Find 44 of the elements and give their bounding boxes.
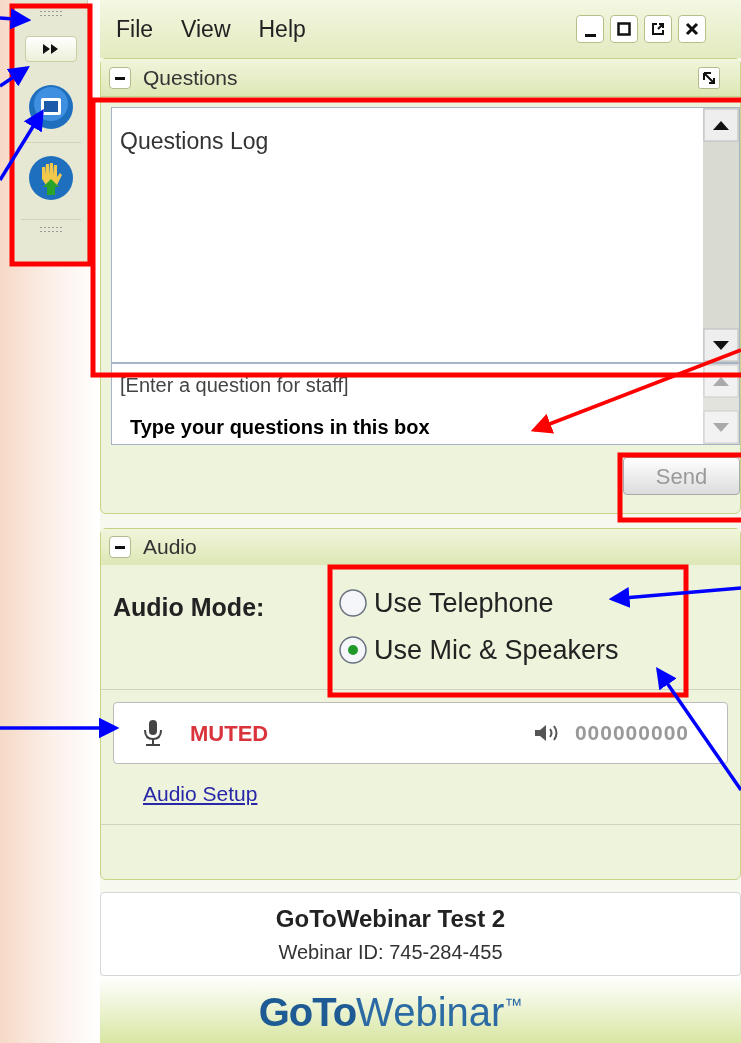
menu-item[interactable]: File (116, 11, 154, 47)
panel-title: Audio (143, 534, 197, 561)
close-button[interactable] (678, 15, 706, 43)
radio-button[interactable] (338, 588, 368, 619)
menu-item[interactable]: Help (258, 11, 306, 47)
popout-icon (651, 22, 665, 36)
expand-button[interactable] (25, 36, 77, 62)
radio-label[interactable]: Use Mic & Speakers (374, 629, 619, 670)
popout-button[interactable] (644, 15, 672, 43)
minimize-icon (584, 33, 596, 37)
pointer-arrow (0, 8, 32, 30)
scroll-up-icon[interactable] (703, 108, 739, 142)
brand-logo: GoToWebinar™ (258, 989, 523, 1036)
grip-icon[interactable] (39, 226, 63, 234)
volume-meter: 000000000 (574, 720, 689, 747)
log-title: Questions Log (120, 128, 269, 154)
audio-setup-link[interactable]: Audio Setup (143, 782, 258, 805)
menu-item[interactable]: View (181, 11, 231, 47)
close-icon (685, 22, 699, 36)
callout-text: Type your questions in this box (130, 415, 431, 440)
grip-icon[interactable] (39, 10, 63, 18)
raise-hand-icon[interactable] (28, 155, 74, 201)
webinar-title: GoToWebinar Test 2 (275, 904, 506, 934)
radio-button[interactable] (338, 634, 368, 665)
collapse-button[interactable] (109, 536, 131, 558)
pointer-arrow (0, 66, 30, 88)
minimize-button[interactable] (576, 15, 604, 43)
microphone-icon[interactable] (142, 719, 164, 747)
screen-circle-icon[interactable] (28, 84, 74, 130)
webinar-id: Webinar ID: 745-284-455 (278, 940, 503, 965)
collapse-button[interactable] (109, 66, 131, 89)
mute-status: MUTED (190, 719, 269, 748)
maximize-icon (617, 22, 631, 36)
scrollbar[interactable] (703, 108, 739, 362)
double-arrow-icon (42, 43, 60, 55)
input-placeholder: [Enter a question for staff] (120, 373, 350, 398)
radio-label[interactable]: Use Telephone (374, 583, 554, 624)
scroll-down-icon[interactable] (703, 328, 739, 362)
audio-mode-label: Audio Mode: (113, 592, 266, 623)
panel-title: Questions (143, 64, 238, 91)
undock-icon[interactable] (698, 66, 720, 89)
maximize-button[interactable] (610, 15, 638, 43)
question-input[interactable]: [Enter a question for staff] Type your questions in this box (111, 363, 740, 445)
pointer-arrow (0, 109, 44, 181)
